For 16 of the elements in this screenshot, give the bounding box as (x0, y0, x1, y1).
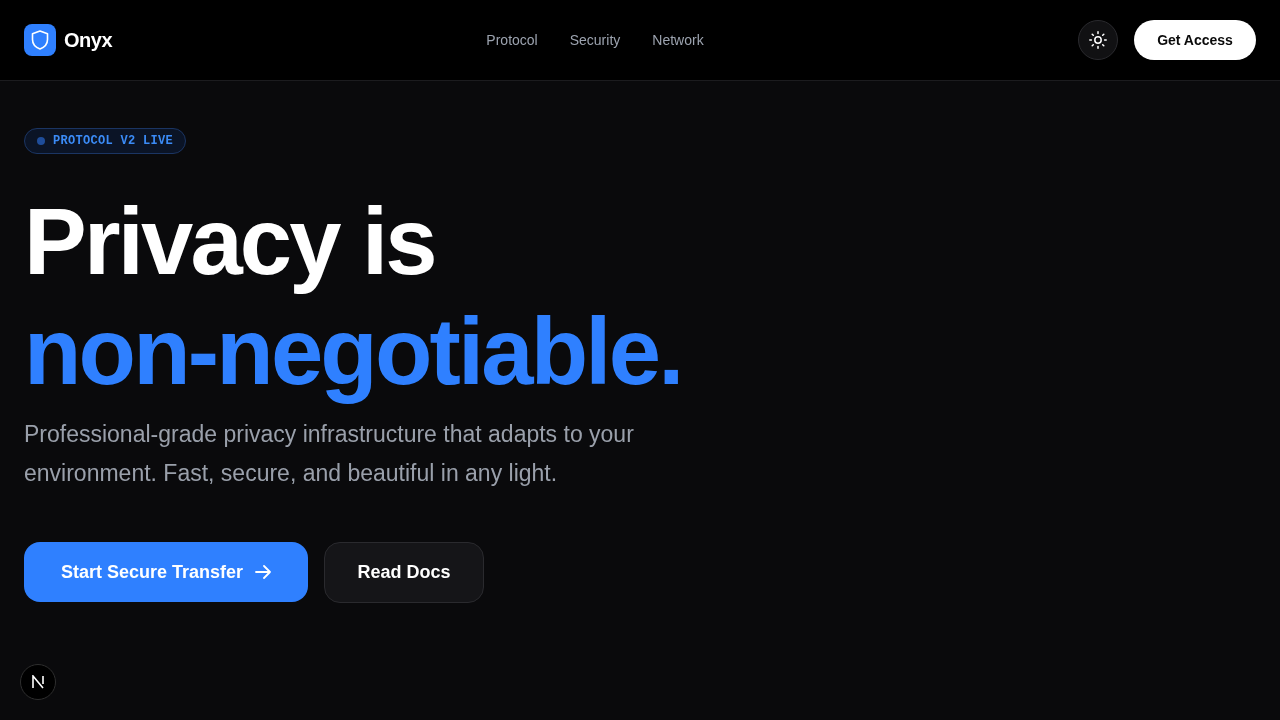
shield-icon (31, 30, 49, 50)
hero-description: Professional-grade privacy infrastructure that adapts to your environment. Fast, secure, and beautiful in any light. (24, 420, 635, 488)
sun-icon (1089, 31, 1107, 49)
get-access-button[interactable]: Get Access (1134, 20, 1256, 60)
brand-name: Onyx (64, 28, 113, 53)
theme-toggle-button[interactable] (1078, 20, 1118, 60)
arrow-right-icon (255, 565, 272, 579)
headline-line: Privacy is (24, 188, 436, 296)
read-docs-button[interactable]: Read Docs (324, 542, 484, 603)
badge-label: PROTOCOL V2 LIVE (53, 133, 174, 150)
nav-link[interactable]: Protocol (486, 29, 538, 51)
nav-link[interactable]: Security (569, 29, 621, 51)
headline-line: non-negotiable. (24, 298, 682, 406)
start-transfer-button[interactable]: Start Secure Transfer (24, 542, 308, 602)
nav-link[interactable]: Network (652, 29, 704, 51)
dev-indicator-icon[interactable] (20, 664, 56, 700)
